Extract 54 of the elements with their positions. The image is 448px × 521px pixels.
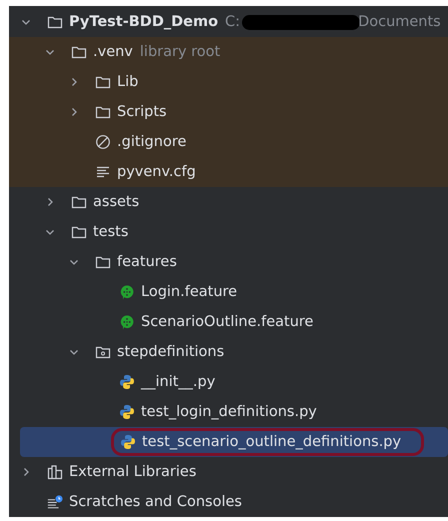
file-name: stepdefinitions <box>117 344 224 360</box>
cucumber-icon <box>119 284 135 300</box>
file-name: test_login_definitions.py <box>141 404 317 420</box>
file-name: Scratches and Consoles <box>69 494 242 510</box>
package-folder-icon <box>95 344 111 360</box>
tree-item[interactable]: __init__.py <box>9 367 448 397</box>
folder-icon <box>95 104 111 120</box>
tree-item[interactable]: .gitignore <box>9 127 448 157</box>
tree-item[interactable]: .venv library root <box>9 37 448 67</box>
file-name: __init__.py <box>141 374 216 390</box>
file-name: Login.feature <box>141 284 238 300</box>
folder-icon <box>95 74 111 90</box>
tree-item[interactable]: tests <box>9 217 448 247</box>
file-name: .gitignore <box>117 134 186 150</box>
python-icon <box>119 374 135 390</box>
tree-item[interactable]: Lib <box>9 67 448 97</box>
tree-item[interactable]: Scripts <box>9 97 448 127</box>
tree-item[interactable]: PyTest-BDD_Demo C: Documents <box>9 7 448 37</box>
path-text: C: <box>225 14 240 30</box>
text-file-icon <box>95 164 111 180</box>
file-name: Lib <box>117 74 138 90</box>
tree-item[interactable]: assets <box>9 187 448 217</box>
python-icon <box>119 404 135 420</box>
tree-item[interactable]: Scratches and Consoles <box>9 487 448 517</box>
tree-item[interactable]: External Libraries <box>9 457 448 487</box>
file-name: External Libraries <box>69 464 196 480</box>
file-name: tests <box>93 224 128 240</box>
tree-item[interactable]: pyvenv.cfg <box>9 157 448 187</box>
file-name: assets <box>93 194 140 210</box>
tree-item[interactable]: features <box>9 247 448 277</box>
folder-icon <box>71 194 87 210</box>
file-name: Scripts <box>117 104 167 120</box>
file-name: ScenarioOutline.feature <box>141 314 314 330</box>
python-icon <box>120 434 136 450</box>
cucumber-icon <box>119 314 135 330</box>
file-name: .venv <box>93 44 133 60</box>
file-name: features <box>117 254 177 270</box>
tree-item[interactable]: test_login_definitions.py <box>9 397 448 427</box>
library-icon <box>47 464 63 480</box>
file-name: pyvenv.cfg <box>117 164 196 180</box>
folder-icon <box>71 224 87 240</box>
ignore-icon <box>95 134 111 150</box>
file-name: PyTest-BDD_Demo <box>69 14 218 30</box>
tree-item[interactable]: Login.feature <box>9 277 448 307</box>
path-text: Documents <box>358 14 441 30</box>
tree-item[interactable]: ScenarioOutline.feature <box>9 307 448 337</box>
tree-item[interactable]: stepdefinitions <box>9 337 448 367</box>
file-name: test_scenario_outline_definitions.py <box>142 434 402 450</box>
folder-icon <box>95 254 111 270</box>
folder-icon <box>71 44 87 60</box>
hint-text: library root <box>140 44 220 60</box>
scratches-icon <box>47 494 63 510</box>
tree-item[interactable]: test_scenario_outline_definitions.py <box>20 427 448 457</box>
folder-icon <box>47 14 63 30</box>
